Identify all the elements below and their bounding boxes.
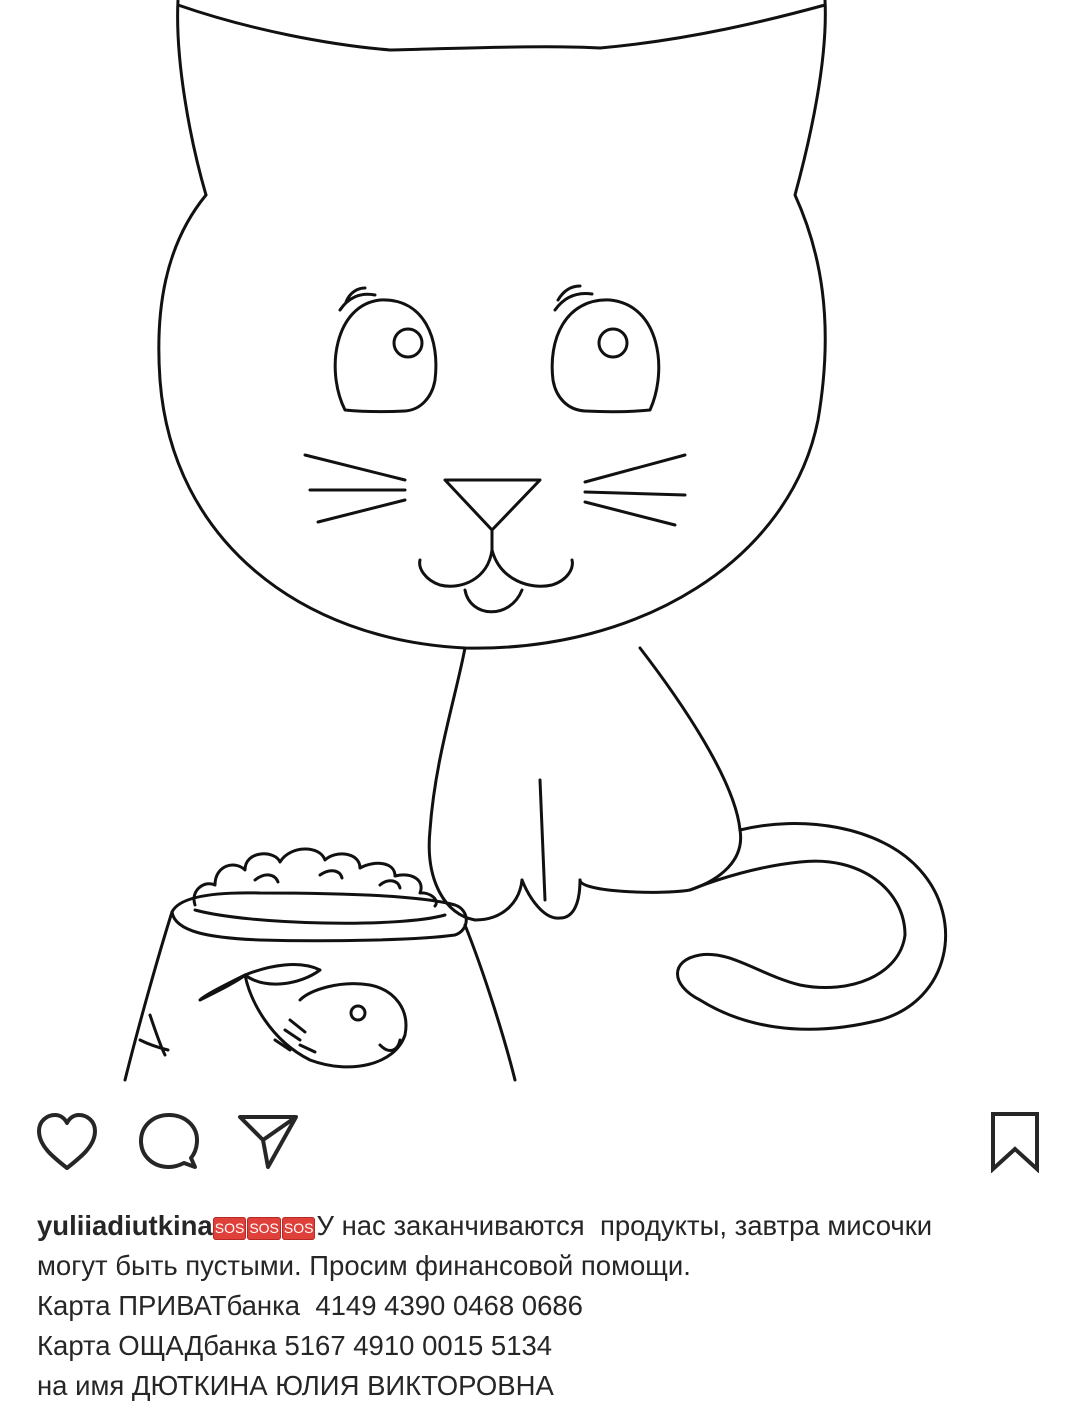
- left-eye: [333, 298, 438, 414]
- bowl-rim-inner: [193, 908, 447, 925]
- caption-username[interactable]: yuliiadiutkina: [37, 1210, 213, 1241]
- sos-badge: SOS: [212, 1217, 247, 1240]
- caption-line-5: на имя ДЮТКИНА ЮЛИЯ ВИКТОРОВНА: [37, 1370, 554, 1401]
- cat-tail: [676, 822, 948, 1031]
- fish-eye: [349, 1004, 367, 1022]
- bowl-body: [123, 910, 517, 1082]
- cat-body-left: [427, 646, 524, 922]
- heart-outline-icon: [37, 1113, 97, 1170]
- right-pupil: [597, 327, 629, 359]
- save-button[interactable]: [975, 1102, 1055, 1182]
- cat-illustration: [123, 0, 948, 1082]
- bowl-fin-left: [138, 1013, 170, 1057]
- caption-line-1: yuliiadiutkina SOS SOS SOS У нас заканчивают…: [37, 1206, 1057, 1246]
- caption-line-2: могут быть пустыми. Просим финансовой по…: [37, 1250, 691, 1281]
- right-whiskers: [583, 453, 687, 527]
- caption-text: У нас заканчиваются продукты, завтра мис…: [316, 1210, 933, 1241]
- post-image[interactable]: [0, 0, 1080, 1090]
- cat-mouth: [418, 528, 574, 588]
- left-lashes: [338, 286, 377, 312]
- bowl-food-detail: [253, 869, 402, 890]
- like-button[interactable]: [27, 1102, 107, 1182]
- sos-badge: SOS: [247, 1217, 281, 1240]
- paper-plane-icon: [238, 1115, 298, 1169]
- comment-button[interactable]: [129, 1102, 209, 1182]
- fish-mouth: [378, 1038, 402, 1052]
- left-pupil: [392, 327, 424, 359]
- post-caption: yuliiadiutkina SOS SOS SOS У нас заканчивают…: [37, 1206, 1057, 1406]
- post-action-bar: [0, 1090, 1080, 1200]
- cat-nose: [443, 478, 542, 532]
- cat-tongue: [463, 588, 524, 614]
- caption-line-4: Карта ОЩАДбанка 5167 4910 0015 5134: [37, 1330, 553, 1361]
- cat-left-ear: [176, 0, 208, 197]
- bookmark-outline-icon: [991, 1112, 1039, 1173]
- bowl-top: [170, 891, 468, 943]
- fish-scales: [273, 1018, 317, 1054]
- share-button[interactable]: [228, 1102, 308, 1182]
- sos-badge: SOS: [281, 1217, 316, 1240]
- speech-bubble-icon: [139, 1113, 199, 1169]
- right-lashes: [553, 284, 594, 312]
- cat-legs: [520, 778, 582, 920]
- caption-line-3: Карта ПРИВАТбанка 4149 4390 0468 0686: [37, 1290, 583, 1321]
- cat-ear-inner-top: [176, 3, 827, 52]
- left-whiskers: [303, 453, 407, 524]
- bowl-fish: [198, 963, 408, 1069]
- cat-body-right: [578, 646, 743, 894]
